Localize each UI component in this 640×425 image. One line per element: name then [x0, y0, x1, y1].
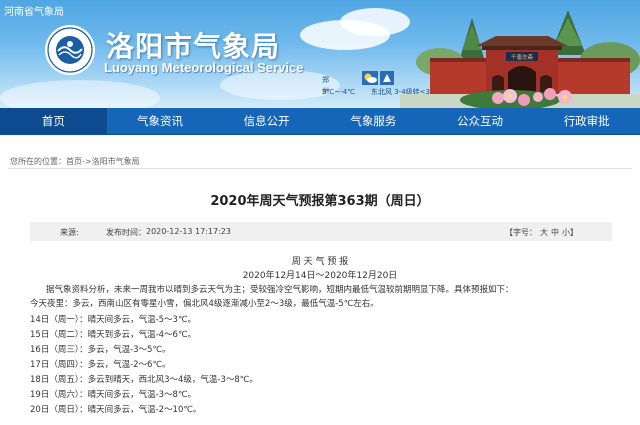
province-bureau-link[interactable]: 河南省气象局 [4, 3, 64, 18]
main-nav: 首页 气象资讯 信息公开 气象服务 公众互动 行政审批 [0, 108, 640, 135]
breadcrumb-prefix: 您所在的位置： [10, 157, 66, 166]
forecast-heading: 周 天 气 预 报 [291, 257, 349, 267]
temple-gate-scene: 千唐志斋 [400, 10, 640, 108]
forecast-day: 15日（周二）：晴天到多云，气温-4～6℃。 [30, 330, 196, 340]
breadcrumb-current-link[interactable]: 洛阳市气象局 [92, 157, 140, 166]
site-banner: 河南省气象局 洛阳市气象局 Luoyang Meteorological Ser… [0, 0, 640, 108]
nav-item-news[interactable]: 气象资讯 [107, 108, 214, 134]
publish-time: 2020-12-13 17:17:23 [146, 227, 231, 236]
publish-label: 发布时间： [106, 228, 146, 237]
nav-item-approval[interactable]: 行政审批 [533, 108, 640, 134]
svg-text:千唐志斋: 千唐志斋 [511, 53, 534, 61]
nav-item-disclosure[interactable]: 信息公开 [213, 108, 320, 134]
site-subtitle: Luoyang Meteorological Service [104, 60, 304, 75]
source-label: 来源: [60, 228, 79, 237]
wind-icon [380, 71, 394, 85]
nav-item-home[interactable]: 首页 [0, 108, 107, 134]
font-size-large-button[interactable]: 大 [540, 228, 548, 237]
font-size-switcher: 【字号：大中小】 [505, 227, 578, 238]
forecast-day: 14日（周一）：晴天间多云，气温-5～3℃。 [30, 315, 196, 325]
nav-item-services[interactable]: 气象服务 [320, 108, 427, 134]
cma-logo-icon [45, 25, 95, 75]
nav-item-interaction[interactable]: 公众互动 [427, 108, 534, 134]
sunny-cloudy-icon [362, 71, 378, 85]
forecast-intro: 据气象资料分析，未来一周我市以晴到多云天气为主；受较强冷空气影响，短期内最低气温… [46, 285, 514, 295]
font-size-medium-button[interactable]: 中 [551, 228, 559, 237]
forecast-tonight: 今天夜里：多云，西南山区有零星小雪，偏北风4级逐渐减小至2～3级，最低气温-5℃… [30, 299, 379, 309]
site-title: 洛阳市气象局 [106, 30, 281, 63]
forecast-day: 18日（周五）：多云到晴天，西北风3～4级，气温-3～8℃。 [30, 375, 258, 385]
breadcrumb-divider [8, 168, 632, 169]
article-title: 2020年周天气预报第363期（周日） [210, 194, 430, 209]
forecast-day: 17日（周四）：多云，气温-2～6℃。 [30, 360, 171, 370]
breadcrumb: 您所在的位置：首页->洛阳市气象局 [10, 156, 140, 167]
forecast-date-range: 2020年12月14日～2020年12月20日 [242, 271, 398, 281]
forecast-day: 16日（周三）：多云，气温-3～5℃。 [30, 345, 171, 355]
cloud-decoration [0, 80, 160, 108]
breadcrumb-home-link[interactable]: 首页 [66, 157, 82, 166]
font-size-label: 【字号： [505, 228, 537, 237]
forecast-day: 19日（周六）：晴天间多云，气温-3～8℃。 [30, 390, 196, 400]
breadcrumb-separator: -> [82, 157, 92, 166]
font-size-small-button[interactable]: 小 [562, 228, 570, 237]
font-size-close-bracket: 】 [570, 228, 578, 237]
article-meta-bar: 来源: 发布时间： 2020-12-13 17:17:23 【字号：大中小】 [30, 222, 612, 241]
forecast-day: 20日（周日）：晴天间多云，气温-2～10℃。 [30, 405, 202, 415]
weather-temp: 3℃~-4℃ [322, 88, 356, 96]
